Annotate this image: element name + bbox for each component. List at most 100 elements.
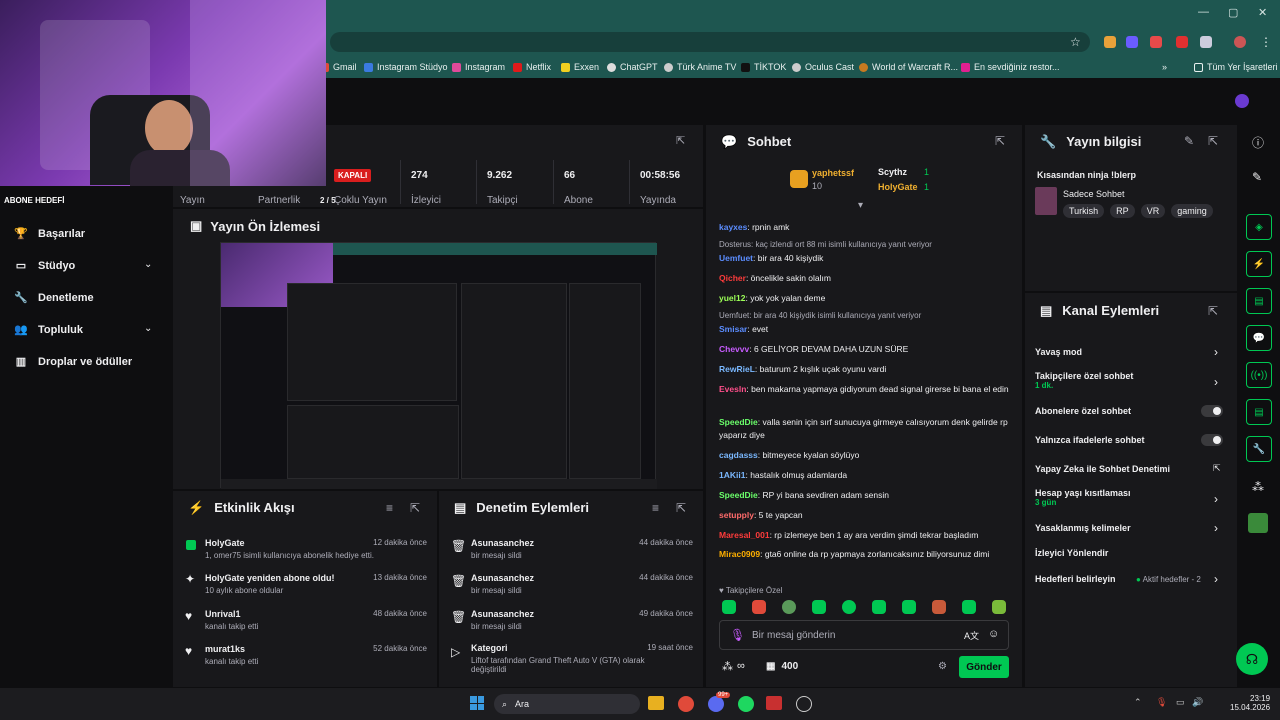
chevron-right-icon[interactable]: › [1214,345,1218,359]
account-age-row[interactable]: Hesap yaşı kısıtlaması 3 gün [1035,488,1225,507]
chat-username[interactable]: yuel12 [719,293,745,303]
bookmark-turk-anime[interactable]: Türk Anime TV [664,62,736,72]
network-icon[interactable]: ▭ [1176,697,1185,708]
emote[interactable] [782,600,796,614]
bookmarks-overflow[interactable]: » [1162,62,1167,72]
stream-preview[interactable] [220,242,657,489]
emote[interactable] [722,600,736,614]
emote[interactable] [962,600,976,614]
bookmark-instagram[interactable]: Instagram [452,62,505,72]
chat-username[interactable]: Chevvv [719,344,749,354]
chat-username[interactable]: Smisar [719,324,747,334]
chat-username[interactable]: setupply [719,510,754,520]
minimize-button[interactable]: — [1198,6,1209,18]
chevron-right-icon[interactable]: › [1214,572,1218,586]
emote[interactable] [992,600,1006,614]
emote-only-toggle[interactable] [1201,434,1223,446]
support-headset-icon[interactable]: ☊ [1236,643,1268,675]
bookmark-wow[interactable]: World of Warcraft R... [859,62,958,72]
rail-doc-button[interactable]: ▤ [1246,288,1272,314]
volume-icon[interactable]: 🔊 [1192,697,1203,708]
all-bookmarks[interactable]: Tüm Yer İşaretleri [1194,62,1278,72]
points-infinity[interactable]: ⁂ ∞ [722,660,745,673]
menu-icon[interactable]: ⋮ [1260,35,1272,49]
taskbar-search[interactable]: ⌕ Ara [494,694,640,714]
discord-icon[interactable] [708,696,724,712]
popout-icon[interactable]: ⇱ [676,501,686,515]
chevron-down-icon[interactable]: ⌄ [144,259,152,270]
chat-input[interactable]: 🎙 Bir mesaj gönderin A文 ☺ [719,620,1009,650]
sidebar-item-achievements[interactable]: 🏆 Başarılar [14,227,85,241]
ai-moderation-row[interactable]: Yapay Zeka ile Sohbet Denetimi [1035,464,1225,474]
rail-chat-button[interactable]: 💬 [1246,325,1272,351]
popout-icon[interactable]: ⇱ [1208,134,1218,148]
chat-message[interactable]: yuel12: yok yok yalan deme [719,292,1009,305]
extension-icon[interactable] [1176,36,1188,48]
address-bar[interactable] [330,32,1090,52]
chat-message[interactable]: Chevvv: 6 GELİYOR DEVAM DAHA UZUN SÜRE [719,343,1009,356]
emote[interactable] [932,600,946,614]
mic-icon[interactable]: 🎙 [730,628,745,642]
popout-icon[interactable]: ⇱ [995,134,1005,148]
chat-message[interactable]: SpeedDie: valla senin için sırf sunucuya… [719,416,1009,442]
app-icon[interactable] [1248,513,1268,533]
extension-icon[interactable] [1104,36,1116,48]
mic-tray-icon[interactable]: 🎙 [1156,697,1167,708]
rail-broadcast-button[interactable]: ((•)) [1246,362,1272,388]
chat-username[interactable]: Mirac0909 [719,549,760,559]
chat-message[interactable]: kayxes: rpnin amk [719,221,1009,234]
extension-icon[interactable] [1126,36,1138,48]
leader-name[interactable]: HolyGate [878,182,918,192]
bookmark-exxen[interactable]: Exxen [561,62,599,72]
close-button[interactable]: ✕ [1258,6,1267,19]
rail-bolt-button[interactable]: ⚡ [1246,251,1272,277]
clock[interactable]: 23:19 15.04.2026 [1230,694,1270,712]
chat-username[interactable]: cagdasss [719,450,758,460]
chat-message[interactable]: Evesln: ben makarna yapmaya gidiyorum de… [719,383,1009,396]
sidebar-item-moderation[interactable]: 🔧 Denetleme [14,291,94,305]
chat-message[interactable]: Qicher: öncelikle sakin olalım [719,272,1009,285]
folder-icon[interactable] [648,696,664,710]
chat-message[interactable]: Mirac0909: gta6 online da rp yapmaya zor… [719,548,1009,561]
raid-row[interactable]: İzleyici Yönlendir [1035,548,1225,558]
chat-username[interactable]: SpeedDie [719,490,758,500]
chat-message[interactable]: cagdasss: bitmeyece kyalan söylüyo [719,449,1009,462]
sidebar-item-studio[interactable]: ▭ Stüdyo [14,259,75,273]
filter-icon[interactable]: ≡ [386,501,393,515]
chat-message[interactable]: Uemfuet: bir ara 40 kişiydik [719,252,1009,265]
chat-username[interactable]: RewRieL [719,364,755,374]
emote[interactable] [752,600,766,614]
sidebar-item-drops[interactable]: ▥ Droplar ve ödüller [14,355,132,369]
chat-message[interactable]: Smisar: evet [719,323,1009,336]
chat-message[interactable]: RewRieL: baturum 2 kışlık uçak oyunu var… [719,363,1009,376]
follower-only-row[interactable]: Takipçilere özel sohbet 1 dk. [1035,371,1225,390]
chat-username[interactable]: Maresal_001 [719,530,770,540]
chevron-down-icon[interactable]: ⌄ [144,323,152,334]
user-avatar[interactable] [1235,94,1249,108]
emote-only-row[interactable]: Yalnızca ifadelerle sohbet [1035,435,1225,445]
tray-chevron-icon[interactable]: ⌃ [1134,697,1142,708]
chat-username[interactable]: 1AKii1 [719,470,745,480]
send-button[interactable]: Gönder [959,656,1009,678]
chevron-right-icon[interactable]: › [1214,492,1218,506]
chat-username[interactable]: Evesln [719,384,746,394]
chevron-right-icon[interactable]: › [1214,521,1218,535]
info-icon[interactable]: ⓘ [1252,134,1264,151]
spotify-icon[interactable] [738,696,754,712]
filter-icon[interactable]: ≡ [652,501,659,515]
channel-points[interactable]: ▦ 400 [766,661,798,672]
bookmark-oculus[interactable]: Oculus Cast [792,62,854,72]
popout-icon[interactable]: ⇱ [410,501,420,515]
chevron-right-icon[interactable]: › [1214,375,1218,389]
external-link-icon[interactable]: ⇱ [1213,463,1221,474]
rail-wrench-button[interactable]: 🔧 [1246,436,1272,462]
puzzle-icon[interactable] [1200,36,1212,48]
emote[interactable] [812,600,826,614]
emoji-icon[interactable]: ☺ [988,628,999,640]
emote[interactable] [902,600,916,614]
edit-pencil-icon[interactable]: ✎ [1184,134,1194,148]
emote[interactable] [872,600,886,614]
bookmark-netflix[interactable]: Netflix [513,62,551,72]
bookmark-tiktok[interactable]: TİKTOK [741,62,786,72]
maximize-button[interactable]: ▢ [1228,6,1238,19]
